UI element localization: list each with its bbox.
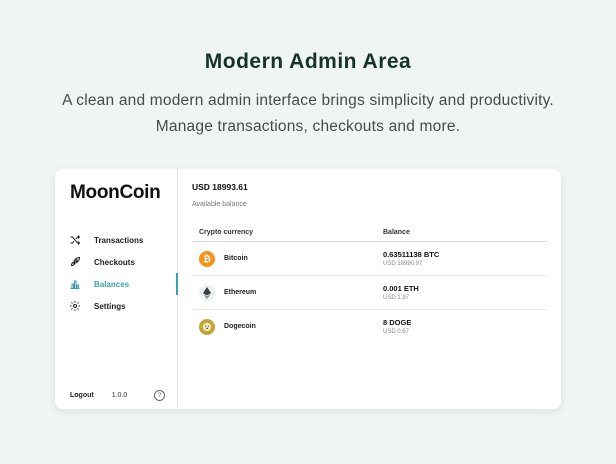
balances-panel: USD 18993.61 Available balance Crypto cu… bbox=[192, 169, 547, 409]
sidebar-item-label: Transactions bbox=[94, 235, 144, 245]
sidebar-item-label: Settings bbox=[94, 301, 126, 311]
balances-table: Crypto currency Balance ₿ Bitcoin 0.6351… bbox=[192, 224, 547, 343]
available-balance-amount: USD 18993.61 bbox=[192, 182, 248, 192]
table-row[interactable]: Ethereum 0.001 ETH USD 1.97 bbox=[192, 276, 547, 310]
hero-subtitle: A clean and modern admin interface bring… bbox=[62, 92, 554, 135]
hero-title: Modern Admin Area bbox=[204, 50, 412, 73]
rocket-icon bbox=[69, 256, 81, 268]
version-label: 1.0.0 bbox=[111, 392, 128, 399]
usd-amount: USD 1.97 bbox=[383, 295, 410, 301]
bitcoin-icon: ₿ bbox=[199, 250, 215, 267]
brand-logo: MoonCoin bbox=[70, 182, 161, 203]
sidebar-item-settings[interactable]: Settings bbox=[55, 295, 177, 317]
bar-chart-icon bbox=[69, 278, 81, 290]
usd-amount: USD 18990.97 bbox=[383, 261, 423, 267]
admin-window: MoonCoin Transactions Checkouts Balances bbox=[55, 169, 561, 409]
ethereum-icon bbox=[199, 284, 215, 301]
sidebar: MoonCoin Transactions Checkouts Balances bbox=[55, 169, 178, 409]
sidebar-nav: Transactions Checkouts Balances Settings bbox=[55, 229, 178, 317]
crypto-amount: 0.63511138 BTC bbox=[383, 250, 440, 259]
table-row[interactable]: Dogecoin 8 DOGE USD 0.67 bbox=[192, 310, 547, 343]
sidebar-item-checkouts[interactable]: Checkouts bbox=[55, 251, 177, 273]
sidebar-item-balances[interactable]: Balances bbox=[55, 273, 178, 295]
crypto-amount: 0.001 ETH bbox=[383, 284, 419, 293]
shuffle-icon bbox=[69, 234, 81, 246]
sidebar-item-label: Checkouts bbox=[94, 257, 135, 267]
sidebar-item-label: Balances bbox=[94, 279, 130, 289]
table-header: Crypto currency Balance bbox=[192, 224, 547, 242]
column-header-balance: Balance bbox=[383, 229, 410, 236]
currency-name: Bitcoin bbox=[224, 255, 248, 262]
sidebar-item-transactions[interactable]: Transactions bbox=[55, 229, 177, 251]
sidebar-footer: Logout 1.0.0 ? bbox=[70, 390, 165, 401]
dogecoin-icon bbox=[199, 318, 215, 335]
currency-name: Ethereum bbox=[224, 289, 257, 296]
usd-amount: USD 0.67 bbox=[383, 329, 410, 335]
column-header-currency: Crypto currency bbox=[199, 229, 254, 236]
gear-icon bbox=[69, 300, 81, 312]
table-row[interactable]: ₿ Bitcoin 0.63511138 BTC USD 18990.97 bbox=[192, 242, 547, 276]
help-icon[interactable]: ? bbox=[154, 390, 165, 401]
crypto-amount: 8 DOGE bbox=[383, 318, 412, 327]
currency-name: Dogecoin bbox=[224, 323, 256, 330]
available-balance-label: Available balance bbox=[192, 201, 247, 208]
logout-button[interactable]: Logout bbox=[70, 392, 94, 399]
